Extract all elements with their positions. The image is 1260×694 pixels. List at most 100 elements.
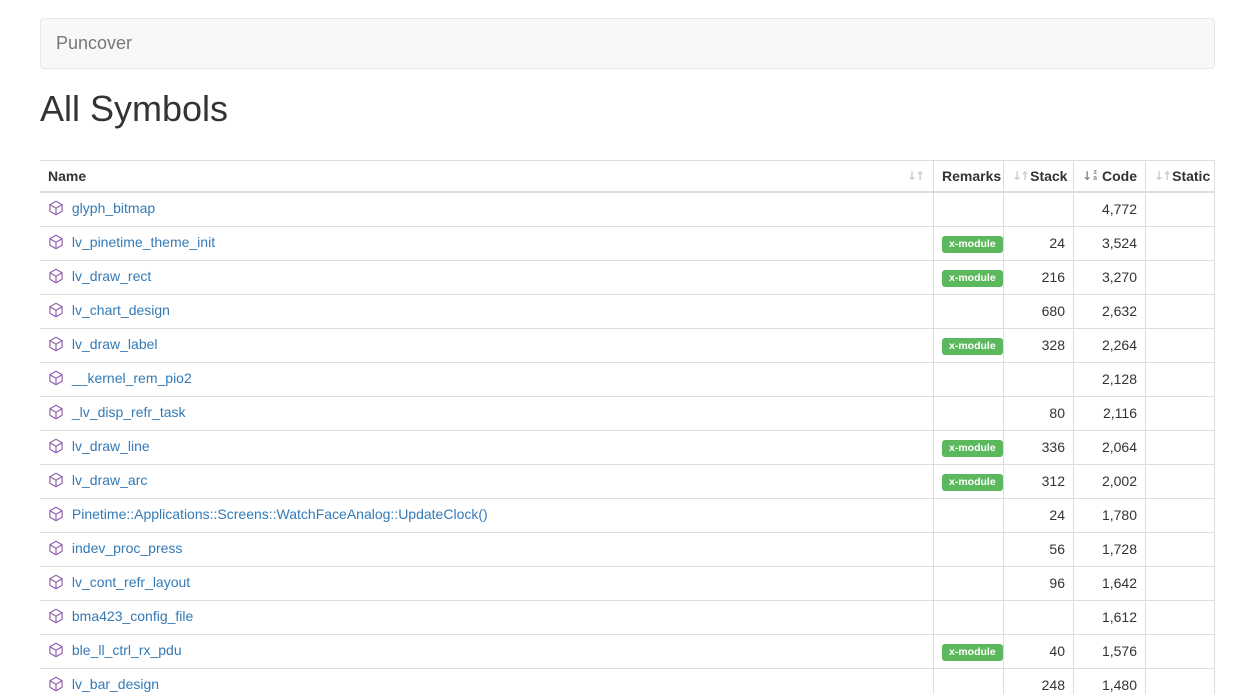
static-cell xyxy=(1146,226,1215,260)
table-row: indev_proc_press 56 1,728 xyxy=(40,532,1215,566)
name-cell: bma423_config_file xyxy=(40,600,934,634)
table-row: glyph_bitmap 4,772 xyxy=(40,192,1215,227)
symbol-cube-icon xyxy=(48,472,64,493)
stack-cell: 680 xyxy=(1004,294,1074,328)
name-cell: lv_chart_design xyxy=(40,294,934,328)
symbol-link[interactable]: ble_ll_ctrl_rx_pdu xyxy=(72,642,182,658)
table-row: __kernel_rem_pio2 2,128 xyxy=(40,362,1215,396)
code-cell: 2,264 xyxy=(1074,328,1146,362)
page-container: Puncover All Symbols Name ↓↑ Remarks xyxy=(40,18,1215,694)
stack-cell: 328 xyxy=(1004,328,1074,362)
stack-cell: 40 xyxy=(1004,634,1074,668)
symbol-link[interactable]: lv_cont_refr_layout xyxy=(72,574,190,590)
name-cell: Pinetime::Applications::Screens::WatchFa… xyxy=(40,498,934,532)
symbol-cube-icon xyxy=(48,642,64,663)
static-cell xyxy=(1146,328,1215,362)
static-cell xyxy=(1146,430,1215,464)
remarks-cell: x-module xyxy=(934,464,1004,498)
remarks-cell xyxy=(934,566,1004,600)
symbol-cube-icon xyxy=(48,200,64,221)
code-cell: 2,064 xyxy=(1074,430,1146,464)
symbol-cube-icon xyxy=(48,268,64,289)
remarks-cell xyxy=(934,192,1004,227)
static-cell xyxy=(1146,634,1215,668)
symbol-link[interactable]: lv_draw_line xyxy=(72,438,150,454)
name-cell: lv_draw_rect xyxy=(40,260,934,294)
table-row: lv_draw_line x-module 336 2,064 xyxy=(40,430,1215,464)
symbol-link[interactable]: __kernel_rem_pio2 xyxy=(72,370,192,386)
stack-cell: 336 xyxy=(1004,430,1074,464)
column-label: Name xyxy=(48,166,86,186)
symbol-cube-icon xyxy=(48,506,64,527)
static-cell xyxy=(1146,260,1215,294)
name-cell: lv_draw_line xyxy=(40,430,934,464)
symbol-link[interactable]: lv_pinetime_theme_init xyxy=(72,234,215,250)
column-header-static[interactable]: ↓↑ Static xyxy=(1146,160,1215,192)
remarks-cell: x-module xyxy=(934,430,1004,464)
name-cell: lv_cont_refr_layout xyxy=(40,566,934,600)
code-cell: 2,116 xyxy=(1074,396,1146,430)
symbol-link[interactable]: lv_draw_arc xyxy=(72,472,147,488)
symbol-cube-icon xyxy=(48,438,64,459)
column-header-remarks[interactable]: Remarks xyxy=(934,160,1004,192)
remarks-cell xyxy=(934,668,1004,694)
page-title: All Symbols xyxy=(40,89,1215,129)
sort-both-icon: ↓↑ xyxy=(907,166,925,186)
static-cell xyxy=(1146,566,1215,600)
table-row: Pinetime::Applications::Screens::WatchFa… xyxy=(40,498,1215,532)
remarks-cell: x-module xyxy=(934,328,1004,362)
stack-cell xyxy=(1004,362,1074,396)
symbol-link[interactable]: lv_bar_design xyxy=(72,676,159,692)
symbol-link[interactable]: _lv_disp_refr_task xyxy=(72,404,186,420)
column-header-code[interactable]: ↓za Code xyxy=(1074,160,1146,192)
static-cell xyxy=(1146,498,1215,532)
name-cell: __kernel_rem_pio2 xyxy=(40,362,934,396)
sort-both-icon: ↓↑ xyxy=(1012,166,1030,186)
stack-cell xyxy=(1004,192,1074,227)
remark-badge: x-module xyxy=(942,440,1003,457)
name-cell: indev_proc_press xyxy=(40,532,934,566)
name-cell: lv_draw_label xyxy=(40,328,934,362)
symbol-link[interactable]: glyph_bitmap xyxy=(72,200,155,216)
symbol-cube-icon xyxy=(48,608,64,629)
static-cell xyxy=(1146,532,1215,566)
remarks-cell xyxy=(934,600,1004,634)
remark-badge: x-module xyxy=(942,270,1003,287)
code-cell: 3,270 xyxy=(1074,260,1146,294)
symbol-link[interactable]: Pinetime::Applications::Screens::WatchFa… xyxy=(72,506,488,522)
code-cell: 3,524 xyxy=(1074,226,1146,260)
column-label: Stack xyxy=(1030,166,1067,186)
code-cell: 2,128 xyxy=(1074,362,1146,396)
symbol-cube-icon xyxy=(48,370,64,391)
symbol-link[interactable]: indev_proc_press xyxy=(72,540,183,556)
code-cell: 2,632 xyxy=(1074,294,1146,328)
code-cell: 1,728 xyxy=(1074,532,1146,566)
symbol-link[interactable]: bma423_config_file xyxy=(72,608,193,624)
symbol-link[interactable]: lv_draw_label xyxy=(72,336,158,352)
symbol-link[interactable]: lv_chart_design xyxy=(72,302,170,318)
symbols-table: Name ↓↑ Remarks ↓↑ Stack xyxy=(40,160,1215,694)
static-cell xyxy=(1146,396,1215,430)
symbol-link[interactable]: lv_draw_rect xyxy=(72,268,151,284)
code-cell: 1,612 xyxy=(1074,600,1146,634)
column-header-name[interactable]: Name ↓↑ xyxy=(40,160,934,192)
column-header-stack[interactable]: ↓↑ Stack xyxy=(1004,160,1074,192)
remark-badge: x-module xyxy=(942,474,1003,491)
stack-cell: 24 xyxy=(1004,498,1074,532)
stack-cell: 216 xyxy=(1004,260,1074,294)
remarks-cell: x-module xyxy=(934,226,1004,260)
name-cell: _lv_disp_refr_task xyxy=(40,396,934,430)
static-cell xyxy=(1146,600,1215,634)
symbol-cube-icon xyxy=(48,404,64,425)
table-row: _lv_disp_refr_task 80 2,116 xyxy=(40,396,1215,430)
static-cell xyxy=(1146,464,1215,498)
remarks-cell: x-module xyxy=(934,634,1004,668)
symbol-cube-icon xyxy=(48,540,64,561)
column-label: Code xyxy=(1102,166,1137,186)
code-cell: 2,002 xyxy=(1074,464,1146,498)
table-row: lv_draw_arc x-module 312 2,002 xyxy=(40,464,1215,498)
navbar-brand[interactable]: Puncover xyxy=(56,33,132,54)
sort-desc-icon: ↓za xyxy=(1082,166,1099,186)
name-cell: lv_draw_arc xyxy=(40,464,934,498)
table-row: ble_ll_ctrl_rx_pdu x-module 40 1,576 xyxy=(40,634,1215,668)
